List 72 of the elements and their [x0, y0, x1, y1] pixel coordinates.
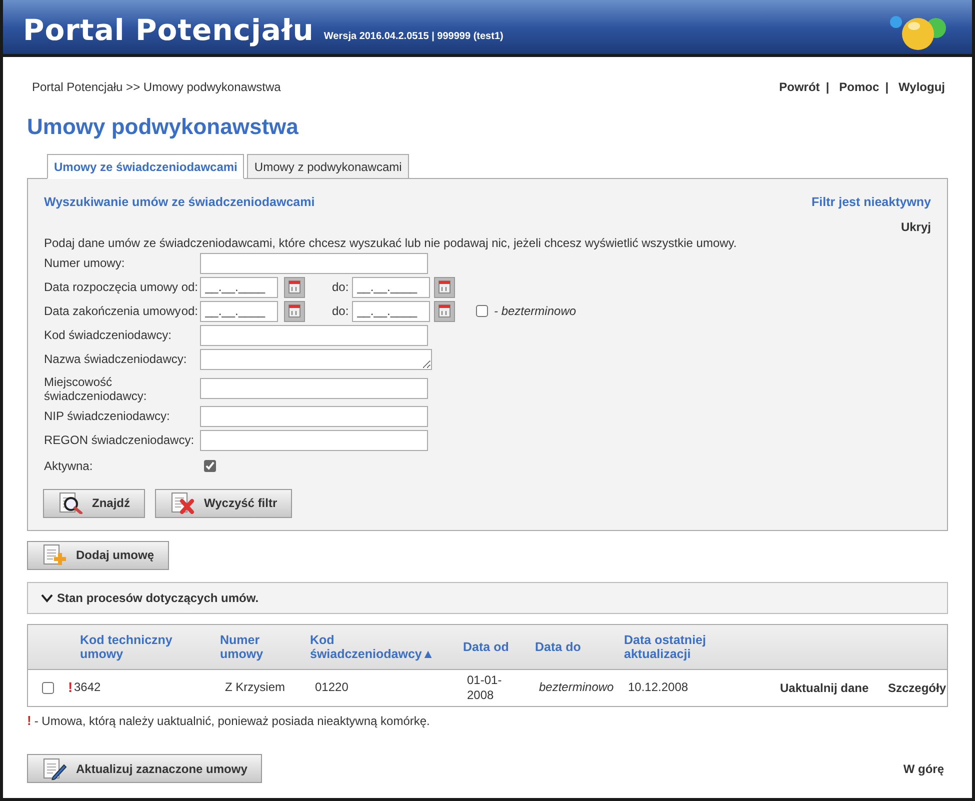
date-field[interactable]: __.__.____ [352, 276, 430, 298]
text-area[interactable] [200, 348, 432, 370]
hide-link[interactable]: Ukryj [900, 218, 931, 236]
field-label: Miejscowość świadczeniodawcy: [44, 374, 148, 403]
checkbox[interactable] [476, 305, 488, 318]
table-cell-text: 3642 [74, 680, 102, 696]
update-link[interactable]: Uaktualnij dane [780, 680, 876, 695]
warning-mark: ! [27, 712, 32, 730]
table-cell-text: 01220 [314, 680, 350, 696]
clear-filter-button[interactable]: Wyczyść filtr [155, 488, 292, 518]
search-icon [58, 492, 84, 514]
text-field[interactable] [200, 406, 428, 427]
column-header[interactable]: Numer umowy [220, 632, 310, 661]
nav-link[interactable]: Pomoc [839, 78, 880, 96]
field-label: Data rozpoczęcia umowy [44, 279, 178, 296]
field-label: Numer umowy: [44, 256, 126, 270]
from-label: od: [181, 303, 198, 320]
text-field[interactable] [200, 324, 428, 346]
field-label: Kod świadczeniodawcy: [44, 328, 172, 342]
column-header[interactable]: Data od [463, 640, 535, 654]
text-field[interactable] [200, 430, 428, 451]
checkbox[interactable] [204, 460, 216, 472]
breadcrumb: Portal Potencjału >> Umowy podwykonawstwa [32, 79, 281, 96]
field-label: Nazwa świadczeniodawcy: [44, 352, 188, 366]
filter-status: Filtr jest nieaktywny [812, 194, 931, 211]
panel-title: Wyszukiwanie umów ze świadczeniodawcami [44, 194, 315, 211]
column-header[interactable]: Data do [535, 640, 624, 654]
table-cell-text: 01-01-2008 [466, 672, 503, 703]
back-to-top-link[interactable]: W górę [903, 760, 944, 778]
table-cell-text: 10.12.2008 [627, 680, 690, 696]
app-title: Portal Potencjału [23, 12, 314, 49]
date-field[interactable]: __.__.____ [352, 300, 430, 322]
nav-link[interactable]: Wyloguj [898, 78, 945, 96]
column-header[interactable]: Kod techniczny umowy [80, 632, 220, 661]
field-label: NIP świadczeniodawcy: [44, 409, 171, 424]
document-pencil-icon [42, 758, 68, 780]
field-label: REGON świadczeniodawcy: [44, 433, 196, 448]
calendar-icon [434, 300, 455, 322]
calendar-icon [284, 276, 305, 298]
document-cross-icon [170, 492, 196, 514]
row-checkbox[interactable] [42, 682, 54, 694]
separator: | [826, 79, 830, 96]
add-contract-button[interactable]: Dodaj umowę [27, 540, 170, 570]
tab[interactable]: Umowy z podwykonawcami [247, 154, 409, 179]
table-cell-text: bezterminowo [538, 680, 615, 696]
document-plus-icon [42, 544, 68, 566]
version-label: Wersja 2016.04.2.0515 | 999999 (test1) [324, 30, 504, 44]
update-selected-button[interactable]: Aktualizuj zaznaczone umowy [27, 754, 262, 784]
details-link[interactable]: Szczegóły [888, 680, 947, 695]
column-header[interactable]: Kod świadczeniodawcy▲ [310, 632, 463, 661]
field-label: Aktywna: [44, 459, 94, 474]
checkbox-label: - bezterminowo [494, 303, 576, 320]
footnote-text: - Umowa, którą należy uaktualnić, ponieważ posiada nieaktywną komórkę. [34, 712, 430, 730]
search-button[interactable]: Znajdź [43, 488, 145, 518]
table-cell-text: Z Krzysiem [224, 680, 286, 696]
text-field[interactable] [200, 378, 428, 400]
to-label: do: [332, 279, 350, 296]
instructions-text: Podaj dane umów ze świadczeniodawcami, które chcesz wyszukać lub nie podawaj nic, jeżeli chcesz wyświetlić wszystkie umowy. [44, 236, 738, 250]
page-title: Umowy podwykonawstwa [27, 113, 300, 141]
nav-link[interactable]: Powrót [779, 78, 820, 96]
field-label: Data zakończenia umowy [44, 303, 181, 320]
calendar-icon [434, 276, 455, 298]
date-field[interactable]: __.__.____ [200, 300, 278, 322]
separator: | [885, 79, 889, 96]
to-label: do: [332, 303, 350, 320]
from-label: od: [181, 279, 198, 296]
process-section-toggle[interactable]: Stan procesów dotyczących umów. [27, 582, 948, 614]
column-header[interactable]: Data ostatniej aktualizacji [624, 632, 780, 661]
calendar-icon [284, 300, 305, 322]
text-field[interactable] [200, 252, 428, 274]
date-field[interactable]: __.__.____ [200, 276, 278, 298]
tab[interactable]: Umowy ze świadczeniodawcami [47, 154, 244, 179]
